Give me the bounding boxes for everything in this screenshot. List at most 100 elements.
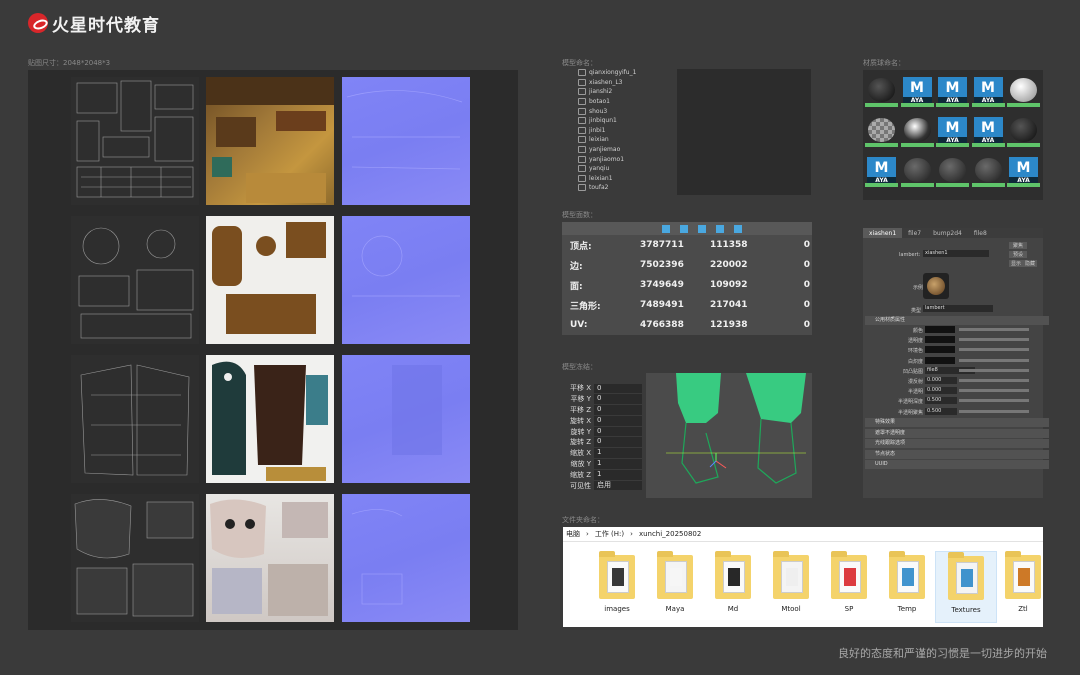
breadcrumb-segment[interactable]: 电脑 — [566, 529, 580, 539]
outliner-empty-area — [677, 69, 811, 195]
material-swatch[interactable]: M AYA — [1007, 155, 1040, 187]
outliner-item[interactable]: jinbiqun1 — [562, 116, 672, 126]
attr-slider[interactable] — [959, 389, 1029, 393]
attr-slider[interactable] — [959, 368, 1029, 372]
attr-tab[interactable]: file7 — [902, 228, 927, 238]
tool-icon[interactable] — [698, 224, 706, 233]
outliner-item[interactable]: yanqiu — [562, 164, 672, 174]
folder-item[interactable]: Maya — [645, 551, 705, 621]
folder-item[interactable]: Ztl — [993, 551, 1053, 621]
swatch-label-bar — [971, 183, 1005, 187]
attr-field[interactable]: 0.500 — [925, 407, 957, 415]
attr-field[interactable] — [925, 356, 955, 364]
attr-field[interactable]: 0.000 — [925, 377, 957, 384]
material-swatch[interactable]: M AYA — [865, 155, 898, 187]
attr-slider[interactable] — [959, 399, 1029, 403]
material-swatch[interactable] — [936, 155, 969, 187]
show-button[interactable]: 显示 — [1009, 260, 1024, 267]
breadcrumb[interactable]: 电脑 › 工作 (H:) › xunchi_20250802 — [563, 527, 1043, 542]
channel-value[interactable]: 1 — [594, 459, 642, 469]
material-swatch[interactable]: M AYA — [971, 115, 1005, 147]
folder-item[interactable]: images — [587, 551, 647, 621]
attr-tab[interactable]: xiashen1 — [863, 228, 903, 238]
material-swatch[interactable]: M AYA — [971, 75, 1005, 107]
channel-value[interactable]: 0 — [594, 426, 642, 437]
maya-ascii-icon: M AYA — [902, 77, 932, 105]
tool-icon[interactable] — [716, 224, 724, 233]
tool-icon[interactable] — [662, 224, 670, 233]
attr-field[interactable] — [925, 336, 955, 344]
material-swatch[interactable]: M AYA — [936, 115, 969, 147]
attr-slider[interactable] — [959, 348, 1029, 352]
channel-value[interactable]: 1 — [594, 469, 642, 480]
outliner-item-label: leixian1 — [589, 174, 613, 182]
outliner-item[interactable]: botao1 — [562, 97, 672, 107]
outliner-item[interactable]: jinbi1 — [562, 126, 672, 136]
attr-tab[interactable]: bump2d4 — [927, 228, 968, 238]
attr-section[interactable]: UUID — [865, 460, 1049, 469]
attr-slider[interactable] — [959, 328, 1029, 331]
attr-tab[interactable]: file8 — [968, 228, 993, 238]
material-swatch[interactable] — [865, 75, 898, 107]
outliner-item[interactable]: yanjiemao — [562, 145, 672, 155]
outliner-item[interactable]: shou3 — [562, 106, 672, 116]
folder-name: Mtool — [781, 605, 801, 613]
attr-section[interactable]: 光线跟踪选项 — [865, 439, 1049, 448]
attr-slider[interactable] — [959, 379, 1029, 382]
material-swatch[interactable] — [971, 155, 1005, 187]
channel-value[interactable]: 0 — [594, 394, 642, 405]
focus-button[interactable]: 聚焦 — [1009, 242, 1028, 249]
type-select[interactable]: lambert — [923, 305, 993, 312]
attr-field[interactable] — [925, 326, 955, 333]
attr-section[interactable]: 特殊效果 — [865, 418, 1049, 427]
folder-icon — [948, 552, 984, 600]
material-swatch[interactable] — [900, 155, 934, 187]
attr-section[interactable]: 节点状态 — [865, 449, 1049, 459]
attr-slider[interactable] — [959, 338, 1029, 342]
viewport-3d[interactable] — [646, 373, 812, 498]
material-swatch[interactable]: M AYA — [900, 75, 934, 107]
common-material-section[interactable]: 公用材质属性 — [865, 316, 1049, 325]
channel-value[interactable]: 0 — [594, 415, 642, 426]
stats-section-label: 模型面数： — [562, 211, 597, 219]
attr-section[interactable]: 遮罩不透明度 — [865, 428, 1049, 438]
tool-icon[interactable] — [680, 224, 688, 233]
preset-button[interactable]: 预设 — [1009, 251, 1028, 258]
material-swatch[interactable] — [1007, 115, 1040, 147]
outliner-item[interactable]: leixian — [562, 135, 672, 145]
material-swatch[interactable] — [900, 115, 934, 147]
hide-button[interactable]: 隐藏 — [1023, 260, 1038, 267]
attr-slider[interactable] — [959, 358, 1029, 362]
folder-icon — [773, 551, 809, 599]
outliner-item[interactable]: jianshi2 — [562, 87, 672, 97]
folder-item[interactable]: Temp — [877, 551, 937, 621]
uv-diffuse-tile-1 — [206, 77, 334, 205]
attr-field[interactable]: 0.000 — [925, 387, 957, 395]
outliner-item[interactable]: yanjiaomo1 — [562, 154, 672, 164]
breadcrumb-segment[interactable]: xunchi_20250802 — [639, 530, 701, 538]
lambert-name-field[interactable]: xiashen1 — [923, 250, 989, 257]
folder-item[interactable]: Textures — [935, 551, 997, 623]
channel-value[interactable]: 0 — [594, 383, 642, 394]
stat-label: 面: — [570, 281, 583, 292]
attr-field[interactable] — [925, 346, 955, 354]
material-swatch[interactable] — [865, 115, 898, 147]
folder-item[interactable]: Md — [703, 551, 763, 621]
outliner-item[interactable]: xiashen_L3 — [562, 78, 672, 88]
folder-item[interactable]: Mtool — [761, 551, 821, 621]
outliner-item[interactable]: qianxiongyifu_1 — [562, 68, 672, 78]
attr-slider[interactable] — [959, 409, 1029, 413]
folder-item[interactable]: SP — [819, 551, 879, 621]
material-swatch[interactable] — [1007, 75, 1040, 107]
material-swatch[interactable]: M AYA — [936, 75, 969, 107]
channel-value[interactable]: 启用 — [594, 480, 642, 491]
channel-value[interactable]: 0 — [594, 405, 642, 415]
channel-value[interactable]: 1 — [594, 448, 642, 459]
outliner-item[interactable]: leixian1 — [562, 174, 672, 184]
breadcrumb-segment[interactable]: 工作 (H:) — [595, 529, 624, 539]
channel-value[interactable]: 0 — [594, 437, 642, 448]
stat-b: 109092 — [710, 280, 748, 290]
tool-icon[interactable] — [734, 224, 742, 233]
outliner-item[interactable]: toufa2 — [562, 183, 672, 193]
attr-field[interactable]: 0.500 — [925, 397, 957, 405]
